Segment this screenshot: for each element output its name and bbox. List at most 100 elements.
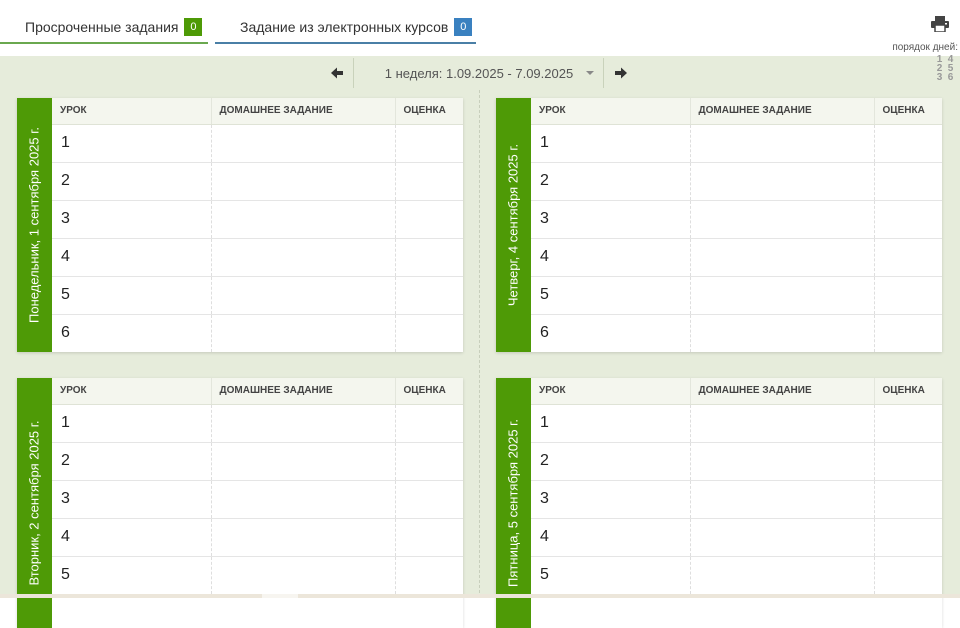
col-grade-header: ОЦЕНКА: [394, 98, 463, 125]
prev-week-button[interactable]: [320, 58, 354, 88]
table-row: 2: [531, 442, 942, 481]
homework-cell: [210, 556, 395, 595]
homework-cell: [210, 480, 395, 519]
grade-cell: [873, 480, 942, 519]
chevron-down-icon: [586, 71, 594, 75]
arrow-left-icon: [330, 67, 343, 79]
homework-cell: [210, 276, 395, 315]
homework-cell: [689, 518, 874, 557]
homework-cell: [210, 404, 395, 443]
table-row: 1: [531, 124, 942, 163]
lesson-number: 2: [52, 442, 211, 481]
table-row: 6: [52, 314, 463, 352]
col-lesson-header: УРОК: [531, 98, 690, 125]
grade-cell: [394, 404, 463, 443]
lesson-number: 1: [531, 124, 690, 163]
table-row: 5: [52, 556, 463, 595]
homework-cell: [210, 162, 395, 201]
overdue-count-badge: 0: [184, 18, 203, 36]
homework-cell: [689, 404, 874, 443]
grade-cell: [394, 480, 463, 519]
day-title-strip: Четверг, 4 сентября 2025 г.: [496, 98, 531, 352]
homework-cell: [689, 124, 874, 163]
grade-cell: [394, 200, 463, 239]
grade-cell: [873, 556, 942, 595]
arrow-right-icon: [614, 67, 627, 79]
col-grade-header: ОЦЕНКА: [873, 378, 942, 405]
week-select[interactable]: 1 неделя: 1.09.2025 - 7.09.2025: [356, 58, 602, 88]
lesson-number: 1: [52, 404, 211, 443]
lesson-number: 4: [52, 238, 211, 277]
col-lesson-header: УРОК: [52, 378, 211, 405]
homework-cell: [689, 200, 874, 239]
day-title-strip: Понедельник, 1 сентября 2025 г.: [17, 98, 52, 352]
day-title: Четверг, 4 сентября 2025 г.: [505, 143, 521, 307]
next-week-button[interactable]: [603, 58, 637, 88]
grade-cell: [394, 238, 463, 277]
homework-cell: [689, 238, 874, 277]
printer-icon[interactable]: [931, 16, 949, 33]
day-card-monday: Понедельник, 1 сентября 2025 г. УРОК ДОМ…: [17, 98, 463, 352]
grade-cell: [873, 518, 942, 557]
tab-overdue-label: Просроченные задания: [25, 19, 179, 35]
table-row: 2: [52, 162, 463, 201]
day-lessons-table: УРОК ДОМАШНЕЕ ЗАДАНИЕ ОЦЕНКА 1 2 3 4 5: [52, 378, 463, 595]
table-row: 5: [531, 556, 942, 595]
col-homework-header: ДОМАШНЕЕ ЗАДАНИЕ: [210, 98, 395, 125]
tab-ecourse-label: Задание из электронных курсов: [240, 19, 449, 35]
lesson-number: 3: [531, 200, 690, 239]
lesson-number: 2: [52, 162, 211, 201]
tab-overdue-tasks[interactable]: Просроченные задания 0: [0, 12, 208, 44]
table-row: 6: [531, 314, 942, 352]
day-title-strip: Пятница, 5 сентября 2025 г.: [496, 378, 531, 628]
homework-cell: [689, 276, 874, 315]
column-divider: [479, 90, 480, 598]
lesson-number: 2: [531, 162, 690, 201]
lesson-number: 3: [531, 480, 690, 519]
homework-cell: [210, 442, 395, 481]
grade-cell: [873, 162, 942, 201]
lesson-number: 5: [52, 556, 211, 595]
table-row: 3: [531, 480, 942, 519]
grade-cell: [873, 238, 942, 277]
lesson-number: 3: [52, 200, 211, 239]
col-lesson-header: УРОК: [52, 98, 211, 125]
homework-cell: [689, 556, 874, 595]
grade-cell: [873, 404, 942, 443]
day-order-toggle[interactable]: 1 4 2 5 3 6: [934, 55, 956, 83]
table-row: 3: [531, 200, 942, 239]
table-row: 4: [52, 518, 463, 557]
scrollbar-thumb[interactable]: [262, 594, 298, 598]
day-lessons-table: УРОК ДОМАШНЕЕ ЗАДАНИЕ ОЦЕНКА 1 2 3 4 5 6: [52, 98, 463, 352]
selected-week-label: 1 неделя: 1.09.2025 - 7.09.2025: [384, 65, 574, 81]
grade-cell: [394, 124, 463, 163]
table-row: 5: [531, 276, 942, 315]
tab-ecourse-tasks[interactable]: Задание из электронных курсов 0: [215, 12, 476, 44]
day-order-label: порядок дней:: [892, 42, 958, 53]
grade-cell: [873, 200, 942, 239]
lesson-number: 4: [52, 518, 211, 557]
lesson-number: 5: [531, 556, 690, 595]
order-digit: 3: [936, 72, 943, 83]
day-card-friday: Пятница, 5 сентября 2025 г. УРОК ДОМАШНЕ…: [496, 378, 942, 628]
horizontal-scrollbar[interactable]: [0, 594, 960, 598]
week-navigator: 1 неделя: 1.09.2025 - 7.09.2025: [320, 58, 640, 88]
grade-cell: [394, 518, 463, 557]
table-row: 5: [52, 276, 463, 315]
day-title: Вторник, 2 сентября 2025 г.: [26, 420, 42, 586]
day-lessons-table: УРОК ДОМАШНЕЕ ЗАДАНИЕ ОЦЕНКА 1 2 3 4 5 6: [531, 98, 942, 352]
lesson-number: 4: [531, 518, 690, 557]
col-homework-header: ДОМАШНЕЕ ЗАДАНИЕ: [689, 98, 874, 125]
lesson-number: 5: [52, 276, 211, 315]
grade-cell: [873, 314, 942, 352]
top-bar: Просроченные задания 0 Задание из электр…: [0, 0, 960, 56]
grade-cell: [394, 556, 463, 595]
table-row: 4: [52, 238, 463, 277]
homework-cell: [210, 124, 395, 163]
col-homework-header: ДОМАШНЕЕ ЗАДАНИЕ: [689, 378, 874, 405]
homework-cell: [210, 518, 395, 557]
grade-cell: [873, 276, 942, 315]
lesson-number: 6: [52, 314, 211, 352]
lesson-number: 3: [52, 480, 211, 519]
ecourse-count-badge: 0: [454, 18, 473, 36]
